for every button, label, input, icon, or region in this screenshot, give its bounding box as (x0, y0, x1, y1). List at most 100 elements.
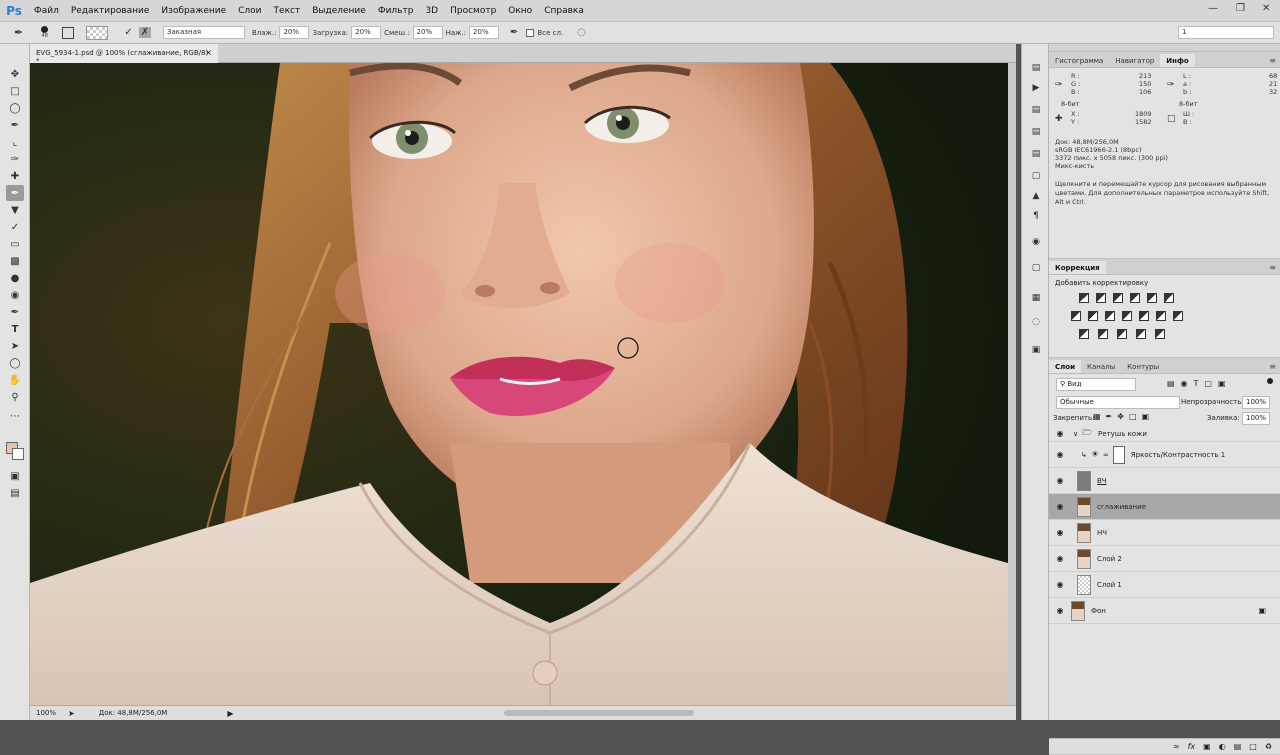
filter-toggle-icon[interactable] (1267, 378, 1273, 384)
status-arrow-icon[interactable]: ▶ (227, 709, 233, 718)
visibility-eye-icon[interactable]: ◉ (1053, 429, 1067, 438)
pressure-icon[interactable]: ◌ (577, 27, 586, 38)
notes-panel-icon[interactable]: ▢ (1028, 260, 1044, 276)
visibility-eye-icon[interactable]: ◉ (1053, 450, 1067, 459)
new-group-icon[interactable]: ▤ (1234, 742, 1242, 751)
vibrance-adjust-icon[interactable] (1147, 293, 1157, 303)
blend-mode-select[interactable]: Обычные (1056, 396, 1180, 409)
mixer-brush-tool-icon[interactable]: ✒ (6, 185, 24, 201)
actions-play-icon[interactable]: ▶ (1028, 80, 1044, 96)
flow-input[interactable]: 20% (469, 26, 500, 39)
eyedropper-tool-icon[interactable]: ✑ (6, 151, 24, 167)
tab-navigator[interactable]: Навигатор (1109, 54, 1160, 67)
tab-paths[interactable]: Контуры (1121, 360, 1165, 373)
layer-row-group[interactable]: ◉ ∨ 🗁 Ретушь кожи (1049, 426, 1280, 442)
menu-filter[interactable]: Фильтр (372, 6, 420, 16)
layer-row-adjustment[interactable]: ◉ ↳ ☀ ∞ Яркость/Контрастность 1 (1049, 442, 1280, 468)
grid-adjust-icon[interactable] (1173, 311, 1183, 321)
adjustments-panel-icon[interactable]: ▦ (1028, 290, 1044, 306)
hue-sat-adjust-icon[interactable] (1071, 311, 1081, 321)
add-mask-icon[interactable]: ▣ (1203, 742, 1211, 751)
properties-panel-icon[interactable]: ▤ (1028, 124, 1044, 140)
photo-filter-adjust-icon[interactable] (1122, 311, 1132, 321)
blur-tool-icon[interactable]: ● (6, 270, 24, 286)
mix-input[interactable]: 20% (412, 26, 443, 39)
wet-input[interactable]: 20% (279, 26, 310, 39)
marquee-tool-icon[interactable]: □ (6, 83, 24, 99)
menu-layers[interactable]: Слои (232, 6, 267, 16)
clean-brush-icon[interactable]: ✗ (138, 27, 151, 38)
menu-3d[interactable]: 3D (419, 6, 444, 16)
invert-adjust-icon[interactable] (1079, 329, 1089, 339)
history-panel-icon[interactable]: ▤ (1028, 60, 1044, 76)
brush-preset-picker[interactable]: 48 (41, 26, 49, 39)
link-layers-icon[interactable]: ∞ (1173, 742, 1180, 751)
visibility-eye-icon[interactable]: ◉ (1053, 580, 1067, 589)
menu-view[interactable]: Просмотр (444, 6, 502, 16)
share-icon[interactable]: ➤ (68, 709, 75, 718)
layer-row-selected[interactable]: ◉ сглаживание (1049, 494, 1280, 520)
paragraph-panel-icon[interactable]: ¶ (1028, 208, 1044, 224)
tab-info[interactable]: Инфо (1160, 54, 1195, 67)
selective-color-adjust-icon[interactable] (1136, 329, 1146, 339)
canvas[interactable] (30, 63, 1008, 705)
layer-mask-thumbnail[interactable] (1112, 445, 1125, 464)
menu-image[interactable]: Изображение (155, 6, 232, 16)
exposure-adjust-icon[interactable] (1130, 293, 1140, 303)
menu-window[interactable]: Окно (502, 6, 538, 16)
mixer-brush-icon[interactable]: ✒ (14, 26, 23, 39)
layer-row-background[interactable]: ◉ Фон ▣ (1049, 598, 1280, 624)
layer-row[interactable]: ◉ НЧ (1049, 520, 1280, 546)
mix-preset-select[interactable]: Заказная (163, 26, 245, 39)
background-color-swatch[interactable] (12, 448, 24, 460)
layer-row[interactable]: ◉ ВЧ (1049, 468, 1280, 494)
zoom-level[interactable]: 100% (36, 709, 56, 717)
ellipse-tool-icon[interactable]: ◯ (6, 355, 24, 371)
delete-layer-icon[interactable]: ♻ (1265, 742, 1272, 751)
new-layer-icon[interactable]: □ (1249, 742, 1257, 751)
gradient-map-adjust-icon[interactable] (1155, 329, 1165, 339)
fill-input[interactable]: 100% (1242, 412, 1271, 425)
workspace-select[interactable]: 1 (1178, 26, 1274, 39)
levels-adjust-icon[interactable] (1096, 293, 1106, 303)
quick-mask-icon[interactable]: ▣ (6, 468, 24, 484)
tab-layers[interactable]: Слои (1049, 360, 1081, 373)
visibility-eye-icon[interactable]: ◉ (1053, 606, 1067, 615)
clone-stamp-tool-icon[interactable]: ▼ (6, 202, 24, 218)
visibility-eye-icon[interactable]: ◉ (1053, 554, 1067, 563)
lasso-tool-icon[interactable]: ◯ (6, 100, 24, 116)
visibility-eye-icon[interactable]: ◉ (1053, 528, 1067, 537)
new-adjustment-icon[interactable]: ◐ (1219, 742, 1226, 751)
type-tool-icon[interactable]: T (6, 321, 24, 337)
layers-menu-icon[interactable]: ≡ (1269, 362, 1276, 371)
menu-file[interactable]: Файл (28, 6, 65, 16)
tab-histogram[interactable]: Гистограмма (1049, 54, 1109, 67)
pen-tool-icon[interactable]: ✒ (6, 304, 24, 320)
close-document-icon[interactable]: × (205, 48, 212, 57)
adjustments-menu-icon[interactable]: ≡ (1269, 263, 1276, 272)
menu-help[interactable]: Справка (538, 6, 590, 16)
horizontal-scrollbar-thumb[interactable] (504, 710, 694, 716)
panel-menu-icon[interactable]: ≡ (1269, 56, 1276, 65)
layers-panel-icon[interactable]: ▣ (1028, 342, 1044, 358)
document-tab[interactable]: EVG_5934-1.psd @ 100% (сглаживание, RGB/… (30, 44, 218, 65)
menu-type[interactable]: Текст (268, 6, 307, 16)
dodge-tool-icon[interactable]: ◉ (6, 287, 24, 303)
curves-adjust-icon[interactable] (1113, 293, 1123, 303)
quick-select-tool-icon[interactable]: ✒ (6, 117, 24, 133)
load-input[interactable]: 20% (351, 26, 382, 39)
color-balance-adjust-icon[interactable] (1088, 311, 1098, 321)
visibility-eye-icon[interactable]: ◉ (1053, 502, 1067, 511)
load-brush-icon[interactable]: ✓ (124, 27, 132, 38)
visibility-eye-icon[interactable]: ◉ (1053, 476, 1067, 485)
layer-row[interactable]: ◉ Слой 1 (1049, 572, 1280, 598)
path-select-tool-icon[interactable]: ➤ (6, 338, 24, 354)
screen-mode-icon[interactable]: ▤ (6, 485, 24, 501)
canvas-vertical-scrollbar[interactable] (1008, 63, 1016, 705)
more-tools-icon[interactable]: ⋯ (6, 408, 24, 424)
history-brush-tool-icon[interactable]: ✓ (6, 219, 24, 235)
gradient-triangle-icon[interactable] (1164, 293, 1174, 303)
group-expand-icon[interactable]: ∨ (1073, 430, 1078, 438)
move-tool-icon[interactable]: ✥ (6, 66, 24, 82)
color-lookup-adjust-icon[interactable] (1156, 311, 1166, 321)
